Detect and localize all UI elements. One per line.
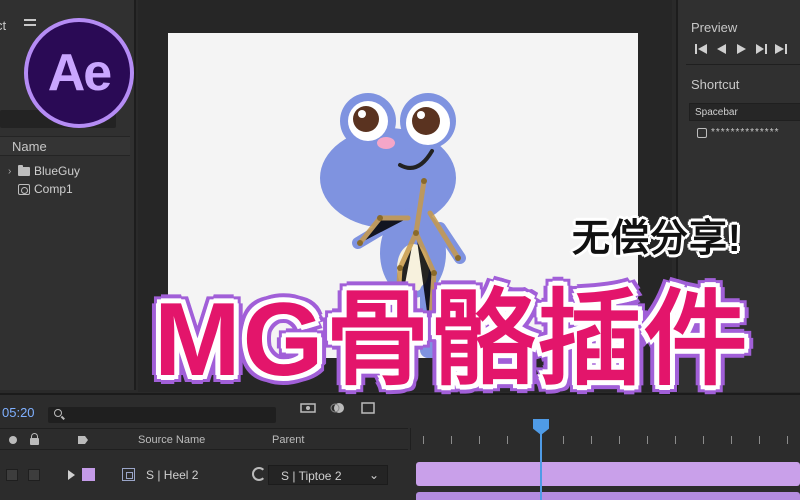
time-ruler[interactable] (410, 428, 800, 450)
project-tab-label[interactable]: ct (0, 18, 6, 33)
chevron-down-icon: ⌄ (368, 468, 379, 482)
promo-title: MG骨骼插件 (154, 282, 750, 398)
preview-title: Preview (691, 20, 738, 35)
source-name-header[interactable]: Source Name (138, 434, 205, 446)
shortcut-title: Shortcut (691, 77, 740, 92)
project-item-comp1[interactable]: Comp1 (8, 180, 73, 198)
layer-duration-bar[interactable] (416, 462, 800, 486)
logo-text: Ae (47, 44, 113, 102)
layer-name[interactable]: S | Heel 2 (146, 468, 198, 482)
layer-label-color[interactable] (82, 468, 95, 481)
search-icon (54, 409, 62, 417)
project-item-blueguy[interactable]: › BlueGuy (8, 162, 80, 180)
current-timecode[interactable]: 05:20 (2, 405, 35, 420)
shortcut-masked-value: ************** (711, 127, 780, 138)
chevron-right-icon[interactable]: › (8, 166, 14, 177)
label-tag-icon[interactable] (78, 436, 88, 444)
project-item-label: Comp1 (34, 182, 73, 196)
next-frame-icon[interactable] (754, 42, 768, 56)
name-column-label: Name (12, 139, 47, 154)
hamburger-menu-icon[interactable] (24, 19, 36, 31)
shortcut-dropdown[interactable]: Spacebar (689, 103, 800, 121)
parent-dropdown[interactable]: S | Tiptoe 2 ⌄ (268, 465, 388, 485)
preview-transport (694, 42, 788, 56)
parent-pickwhip-icon[interactable] (252, 467, 266, 481)
after-effects-logo: Ae (24, 18, 134, 128)
divider (686, 64, 800, 65)
expand-triangle-icon[interactable] (68, 470, 75, 480)
promo-subtitle: 无偿分享! (572, 218, 742, 260)
lock-icon[interactable] (30, 433, 39, 445)
shortcut-checkbox[interactable] (697, 128, 707, 138)
video-toggle-icon[interactable] (9, 436, 17, 444)
composition-icon (18, 183, 30, 195)
video-switch[interactable] (6, 469, 18, 481)
name-column-header[interactable]: Name (0, 136, 130, 156)
play-icon[interactable] (734, 42, 748, 56)
after-effects-window: ct Name › BlueGuy Comp1 (0, 0, 800, 500)
layer-column-header: Source Name Parent (0, 428, 408, 450)
previous-frame-icon[interactable] (714, 42, 728, 56)
parent-header[interactable]: Parent (272, 434, 304, 446)
layer-row[interactable]: S | Heel 2 S | Tiptoe 2 ⌄ (0, 465, 408, 487)
layer-duration-bar-next[interactable] (416, 492, 800, 500)
project-item-label: BlueGuy (34, 164, 81, 178)
first-frame-icon[interactable] (694, 42, 708, 56)
last-frame-icon[interactable] (774, 42, 788, 56)
null-layer-icon (122, 468, 135, 481)
parent-dropdown-value: S | Tiptoe 2 (281, 469, 342, 483)
playhead-line (540, 434, 542, 500)
folder-icon (18, 164, 30, 176)
audio-switch[interactable] (28, 469, 40, 481)
